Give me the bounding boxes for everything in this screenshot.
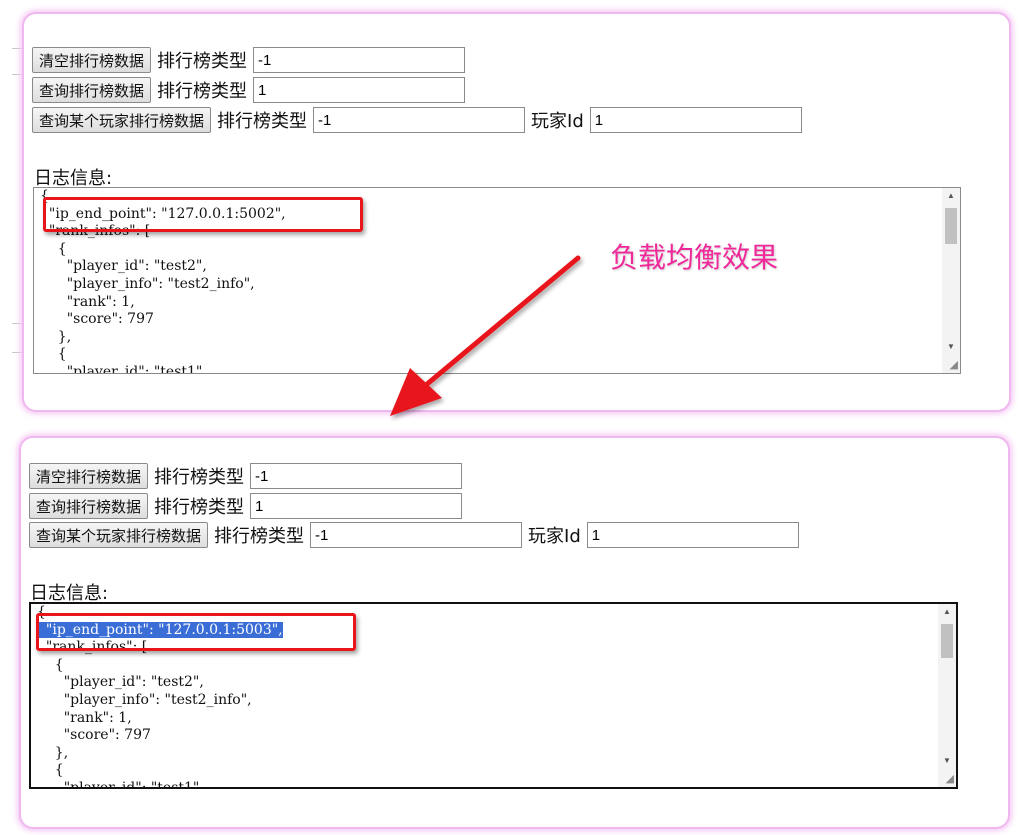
clear-rank-row: 清空排行榜数据 排行榜类型 -1	[32, 47, 466, 73]
log-line: "rank": 1,	[37, 709, 132, 726]
log-line: "player_id": "test1",	[40, 363, 207, 374]
scroll-up-icon[interactable]: ▲	[942, 188, 960, 204]
log-line: "player_id": "test2",	[37, 674, 204, 691]
background-edge	[12, 352, 22, 353]
query-rank-button[interactable]: 查询排行榜数据	[32, 77, 152, 103]
background-edge	[12, 323, 22, 324]
log-line: "player_info": "test2_info",	[40, 275, 255, 292]
query-player-rank-row: 查询某个玩家排行榜数据 排行榜类型 -1 玩家Id 1	[29, 522, 799, 548]
log-line: },	[37, 744, 69, 761]
background-edge	[12, 74, 22, 75]
rank-type-input[interactable]: -1	[310, 522, 523, 548]
query-player-rank-button[interactable]: 查询某个玩家排行榜数据	[29, 522, 209, 548]
player-id-label: 玩家Id	[531, 111, 584, 132]
rank-type-input[interactable]: -1	[253, 47, 466, 73]
rank-type-label: 排行榜类型	[217, 111, 308, 132]
annotation-label: 负载均衡效果	[610, 241, 779, 274]
rank-type-label: 排行榜类型	[157, 81, 248, 102]
scroll-down-icon[interactable]: ▼	[942, 339, 960, 355]
log-line: {	[37, 656, 64, 673]
log-line: {	[40, 346, 67, 363]
rank-type-label: 排行榜类型	[214, 526, 305, 547]
resize-grip-icon[interactable]: ◢	[946, 359, 958, 371]
rank-type-input[interactable]: -1	[313, 107, 526, 133]
resize-grip-icon[interactable]: ◢	[942, 773, 954, 785]
log-line: "score": 797	[40, 311, 154, 328]
bottom-screenshot-panel: 清空排行榜数据 排行榜类型 -1 查询排行榜数据 排行榜类型 1 查询某个玩家排…	[19, 436, 1010, 829]
query-rank-button[interactable]: 查询排行榜数据	[29, 493, 149, 519]
log-line: {	[40, 240, 67, 257]
query-rank-row: 查询排行榜数据 排行榜类型 1	[29, 493, 463, 519]
log-line: "player_id": "test2",	[40, 258, 207, 275]
log-line: "rank": 1,	[40, 293, 135, 310]
rank-type-label: 排行榜类型	[157, 51, 248, 72]
rank-type-input[interactable]: 1	[253, 77, 466, 103]
arrow-icon	[390, 255, 581, 416]
log-line: {	[37, 762, 64, 779]
log-line: "player_info": "test2_info",	[37, 691, 252, 708]
player-id-label: 玩家Id	[528, 526, 581, 547]
player-id-input[interactable]: 1	[589, 107, 802, 133]
clear-rank-row: 清空排行榜数据 排行榜类型 -1	[29, 463, 463, 489]
clear-rank-button[interactable]: 清空排行榜数据	[29, 463, 149, 489]
query-rank-row: 查询排行榜数据 排行榜类型 1	[32, 77, 466, 103]
scroll-down-icon[interactable]: ▼	[938, 753, 956, 769]
log-line: },	[40, 328, 72, 345]
rank-type-input[interactable]: -1	[250, 463, 463, 489]
rank-type-label: 排行榜类型	[154, 497, 245, 518]
highlight-box	[36, 613, 356, 651]
log-scrollbar[interactable]: ▲ ▼	[942, 188, 960, 373]
log-line: "score": 797	[37, 727, 151, 744]
scroll-thumb[interactable]	[945, 208, 957, 244]
player-id-input[interactable]: 1	[586, 522, 799, 548]
rank-type-label: 排行榜类型	[154, 467, 245, 488]
rank-type-input[interactable]: 1	[250, 493, 463, 519]
scroll-up-icon[interactable]: ▲	[938, 604, 956, 620]
log-line: "player_id": "test1",	[37, 779, 204, 789]
clear-rank-button[interactable]: 清空排行榜数据	[32, 47, 152, 73]
highlight-box	[43, 197, 363, 232]
query-player-rank-button[interactable]: 查询某个玩家排行榜数据	[32, 107, 212, 133]
scroll-thumb[interactable]	[941, 624, 953, 658]
background-edge	[12, 48, 22, 49]
query-player-rank-row: 查询某个玩家排行榜数据 排行榜类型 -1 玩家Id 1	[32, 107, 802, 133]
log-scrollbar[interactable]: ▲ ▼	[938, 604, 956, 787]
